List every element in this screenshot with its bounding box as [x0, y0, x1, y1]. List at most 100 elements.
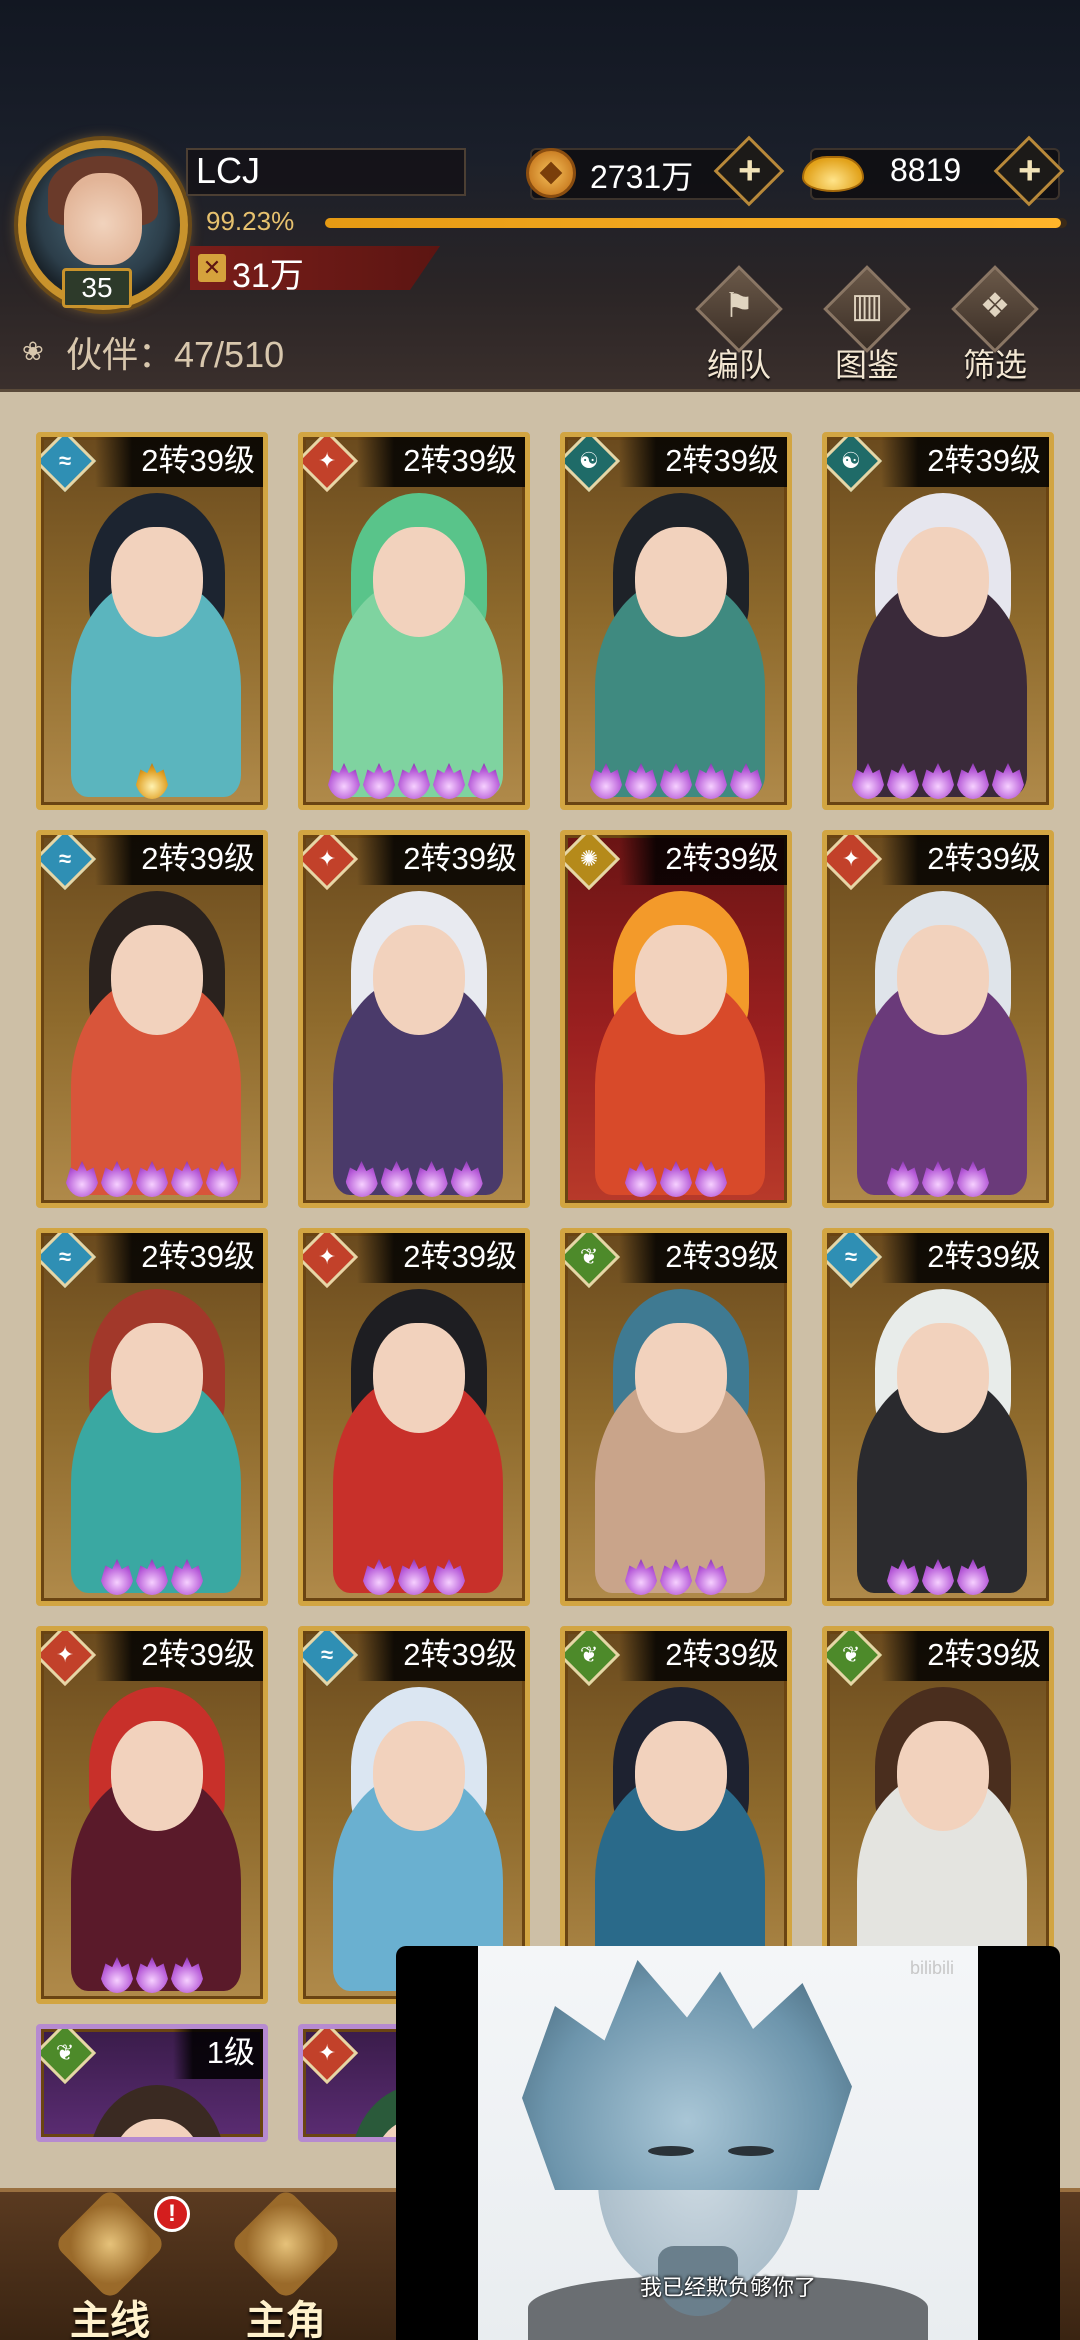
flame-star-icon — [135, 763, 169, 799]
partner-card[interactable]: ❦ 1级 — [36, 2024, 268, 2142]
nav-main-line[interactable]: ! 主线 — [20, 2187, 200, 2340]
character-face — [111, 1323, 203, 1433]
flame-star-icon — [467, 763, 501, 799]
partner-card[interactable]: ☯ 2转39级 — [822, 432, 1054, 810]
flame-star-icon — [956, 1161, 990, 1197]
flame-star-icon — [205, 1161, 239, 1197]
character-eye-left — [648, 2146, 694, 2156]
partner-level: 2转39级 — [881, 835, 1049, 885]
partner-card[interactable]: ✦ 2转39级 — [298, 432, 530, 810]
video-overlay[interactable]: bilibili 我已经欺负够你了 — [396, 1946, 1060, 2340]
wood-element-icon: ❦ — [565, 1631, 621, 1687]
partner-card[interactable]: ✦ 2转39级 — [298, 1228, 530, 1606]
wood-element-icon: ❦ — [827, 1631, 883, 1687]
star-rating — [41, 1957, 263, 1993]
fire-element-icon: ✦ — [41, 1631, 97, 1687]
partner-level: 2转39级 — [95, 835, 263, 885]
partner-card[interactable]: ≈2转39级 — [822, 1228, 1054, 1606]
flame-star-icon — [694, 1559, 728, 1595]
team-label: 编队 — [706, 347, 771, 383]
partner-card[interactable]: ❦ 2转39级 — [560, 1228, 792, 1606]
gold-ingot-icon — [802, 156, 864, 192]
star-rating — [41, 763, 263, 799]
flame-star-icon — [65, 1161, 99, 1197]
partner-card[interactable]: ✺ 2转39级 — [560, 830, 792, 1208]
avatar-face — [64, 173, 142, 265]
partner-level: 2转39级 — [357, 1233, 525, 1283]
player-name: LCJ — [196, 150, 261, 191]
character-face — [897, 1721, 989, 1831]
partner-level: 2转39级 — [95, 437, 263, 487]
star-rating — [303, 1559, 525, 1595]
flame-star-icon — [921, 763, 955, 799]
character-face — [373, 925, 465, 1035]
partner-card[interactable]: ≈2转39级 — [36, 830, 268, 1208]
flame-star-icon — [344, 1161, 379, 1197]
team-button[interactable]: ⚑ 编队 — [684, 265, 794, 383]
video-watermark: bilibili — [909, 1958, 954, 1978]
flame-star-icon — [659, 1161, 693, 1197]
star-rating — [41, 1559, 263, 1595]
earth-element-icon: ✺ — [565, 835, 621, 891]
flame-star-icon — [886, 1559, 920, 1595]
flame-star-icon — [432, 763, 466, 799]
water-element-icon: ≈ — [827, 1233, 883, 1289]
character-face — [897, 527, 989, 637]
character-face — [373, 1323, 465, 1433]
character-eye-right — [728, 2146, 774, 2156]
partner-card[interactable]: ✦ 2转39级 — [298, 830, 530, 1208]
character-face — [373, 1721, 465, 1831]
flame-star-icon — [135, 1957, 169, 1993]
character-face — [111, 925, 203, 1035]
water-element-icon: ≈ — [41, 437, 97, 493]
character-face — [635, 1721, 727, 1831]
partner-card[interactable]: ≈2转39级 — [36, 432, 268, 810]
flame-star-icon — [449, 1161, 484, 1197]
character-face — [897, 925, 989, 1035]
partner-level: 2转39级 — [881, 1233, 1049, 1283]
filter-glyph: ❖ — [979, 287, 1011, 325]
flame-star-icon — [589, 763, 623, 799]
codex-button[interactable]: ▥ 图鉴 — [812, 265, 922, 383]
flame-star-icon — [956, 1559, 990, 1595]
flame-star-icon — [432, 1559, 466, 1595]
water-element-icon: ≈ — [41, 1233, 97, 1289]
flame-star-icon — [624, 763, 658, 799]
star-rating — [565, 1161, 787, 1197]
flame-star-icon — [694, 763, 728, 799]
partner-level: 2转39级 — [619, 1631, 787, 1681]
nav-protagonist-label: 主角 — [246, 2299, 326, 2340]
codex-label: 图鉴 — [834, 347, 899, 383]
flame-star-icon — [694, 1161, 728, 1197]
flame-star-icon — [135, 1559, 169, 1595]
flame-star-icon — [921, 1161, 955, 1197]
flame-star-icon — [170, 1161, 204, 1197]
flame-star-icon — [921, 1559, 955, 1595]
wood-element-icon: ❦ — [565, 1233, 621, 1289]
partners-icon: ❀ — [22, 336, 44, 366]
partner-card[interactable]: ≈2转39级 — [36, 1228, 268, 1606]
character-face — [111, 527, 203, 637]
fire-element-icon: ✦ — [827, 835, 883, 891]
partner-card[interactable]: ☯ 2转39级 — [560, 432, 792, 810]
partner-card[interactable]: ✦ 2转39级 — [36, 1626, 268, 2004]
copper-value: 2731万 — [590, 159, 694, 195]
partner-card[interactable]: ✦ 2转39级 — [822, 830, 1054, 1208]
flame-star-icon — [327, 763, 361, 799]
flame-star-icon — [397, 1559, 431, 1595]
flame-star-icon — [624, 1559, 658, 1595]
flame-star-icon — [362, 1559, 396, 1595]
flame-star-icon — [170, 1559, 204, 1595]
star-rating — [303, 1161, 525, 1197]
character-hair — [522, 1960, 852, 2190]
partners-count: 伙伴：47/510 — [66, 334, 285, 375]
character-face — [635, 925, 727, 1035]
nav-protagonist[interactable]: 主角 — [196, 2187, 376, 2340]
hero-portrait-icon — [229, 2187, 343, 2301]
flame-star-icon — [729, 763, 763, 799]
partner-level: 2转39级 — [619, 437, 787, 487]
flame-star-icon — [170, 1957, 204, 1993]
flame-star-icon — [991, 763, 1025, 799]
filter-button[interactable]: ❖ 筛选 — [940, 265, 1050, 383]
dark-element-icon: ☯ — [827, 437, 883, 493]
